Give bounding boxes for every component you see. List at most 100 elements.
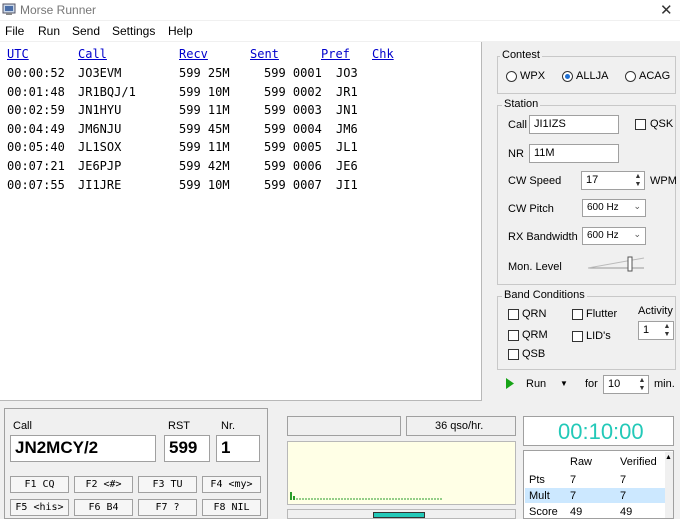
score-scrollbar[interactable]: ▲ [665,452,673,518]
run-dropdown-icon[interactable]: ▼ [560,379,568,388]
spin-down-icon[interactable]: ▼ [637,385,647,393]
rx-bandwidth-value: 600 Hz [587,230,619,241]
f6-button[interactable]: F6 B4 [74,499,133,516]
log-cell-recv: 599 45M [179,121,230,136]
cw-pitch-value: 600 Hz [587,202,619,213]
cw-speed-spinner[interactable]: 17 ▲ ▼ [581,171,645,190]
cw-speed-label: CW Speed [508,175,562,187]
log-cell-recv: 599 11M [179,140,230,155]
radio-allja[interactable] [562,71,573,82]
flutter-label: Flutter [586,308,618,320]
menu-file[interactable]: File [5,24,24,38]
cw-pitch-label: CW Pitch [508,203,554,215]
qrn-checkbox[interactable] [508,309,519,320]
qrm-checkbox[interactable] [508,330,519,341]
log-cell-utc: 00:01:48 [7,84,65,99]
log-cell-sent: 599 0002 [264,84,322,99]
close-icon[interactable]: ✕ [660,1,673,19]
log-cell-pref: JI1 [336,177,358,192]
log-cell-pref: JO3 [336,66,358,80]
menu-send[interactable]: Send [72,24,100,38]
entry-rst-label: RST [168,420,190,432]
activity-label: Activity [638,305,673,317]
f2-button[interactable]: F2 <#> [74,476,133,493]
log-cell-utc: 00:04:49 [7,121,65,136]
qrn-label: QRN [522,308,547,320]
menu-help[interactable]: Help [168,24,193,38]
score-verified-mult: 7 [620,490,627,502]
entry-call-label: Call [13,420,32,432]
waterfall-display [287,441,516,505]
f8-button[interactable]: F8 NIL [202,499,261,516]
radio-acag[interactable] [625,71,636,82]
run-minutes-spinner[interactable]: 10 ▲ ▼ [603,375,649,394]
log-cell-sent: 599 0006 [264,159,322,173]
log-cell-call: JR1BQJ/1 [78,84,136,99]
menu-bar: File Run Send Settings Help [0,21,680,41]
entry-nr-field[interactable]: 1 [216,435,260,462]
station-nr-field[interactable]: 11M [529,144,619,163]
log-cell-sent: 599 0007 [264,177,322,192]
spin-up-icon[interactable]: ▲ [662,323,672,331]
run-label: Run [526,378,547,390]
f1-button[interactable]: F1 CQ [10,476,69,493]
log-cell-call: JL1SOX [78,140,122,155]
f4-button[interactable]: F4 <my> [202,476,261,493]
qso-log[interactable]: UTC Call Recv Sent Pref Chk 00:00:52 JO3E… [0,42,482,401]
f3-button[interactable]: F3 TU [138,476,197,493]
chevron-down-icon: ⌄ [633,229,641,239]
rate-box: 36 qso/hr. [406,416,516,436]
log-cell-sent: 599 0005 [264,140,322,155]
f5-button[interactable]: F5 <his> [10,499,69,516]
entry-call-field[interactable]: JN2MCY/2 [10,435,156,462]
flutter-checkbox[interactable] [572,309,583,320]
spin-up-icon[interactable]: ▲ [633,173,643,181]
qsk-checkbox[interactable] [635,119,646,130]
log-cell-pref: JM6 [336,121,358,136]
lids-checkbox[interactable] [572,331,583,342]
rx-bandwidth-select[interactable]: 600 Hz ⌄ [582,227,646,245]
score-label-score: Score [529,506,558,518]
spin-down-icon[interactable]: ▼ [662,331,672,339]
log-cell-recv: 599 10M [179,84,230,99]
cw-pitch-select[interactable]: 600 Hz ⌄ [582,199,646,217]
mon-level-slider[interactable] [587,255,645,273]
score-header-raw: Raw [570,456,593,468]
mon-level-label: Mon. Level [508,261,562,273]
score-table: Raw Verified Pts 7 7 Mult 7 7 Score 49 4… [523,450,674,519]
cw-speed-value: 17 [586,174,599,186]
log-header-recv: Recv [179,47,208,61]
scroll-up-icon[interactable]: ▲ [665,454,672,461]
spin-down-icon[interactable]: ▼ [633,181,643,189]
log-cell-call: JE6PJP [78,159,122,173]
score-raw-score: 49 [570,506,583,518]
radio-wpx[interactable] [506,71,517,82]
timer-box: 00:10:00 [523,416,674,446]
activity-spinner[interactable]: 1 ▲ ▼ [638,321,674,340]
log-cell-utc: 00:07:21 [7,159,65,173]
log-cell-pref: JE6 [336,159,358,173]
log-cell-call: JO3EVM [78,66,122,80]
spin-up-icon[interactable]: ▲ [637,377,647,385]
log-header-sent: Sent [250,47,279,61]
app-icon [2,3,16,15]
run-button[interactable]: Run ▼ [502,376,572,394]
qsb-checkbox[interactable] [508,349,519,360]
radio-wpx-label: WPX [520,70,546,82]
score-verified-score: 49 [620,506,633,518]
entry-rst-field[interactable]: 599 [164,435,210,462]
station-call-field[interactable]: JI1IZS [529,115,619,134]
tuning-bar[interactable] [287,509,516,519]
lids-label: LID's [586,330,611,342]
rx-bandwidth-label: RX Bandwidth [508,231,578,243]
menu-run[interactable]: Run [38,24,60,38]
log-cell-recv: 599 42M [179,159,230,173]
tuning-indicator[interactable] [373,512,425,518]
qsb-label: QSB [522,348,546,360]
f7-button[interactable]: F7 ? [138,499,197,516]
entry-nr-label: Nr. [221,420,236,432]
log-cell-utc: 00:05:40 [7,140,65,155]
menu-settings[interactable]: Settings [112,24,155,38]
radio-acag-label: ACAG [639,70,671,82]
qsk-label: QSK [650,118,674,130]
